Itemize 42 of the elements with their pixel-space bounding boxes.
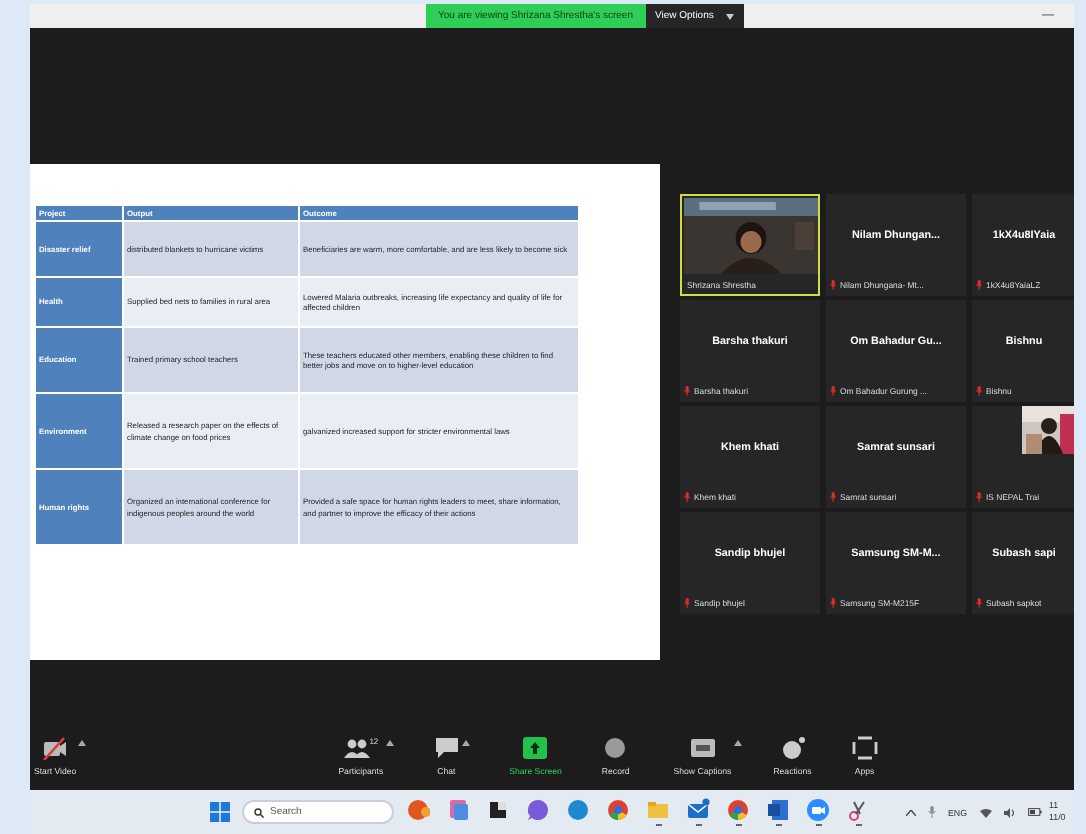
battery-icon[interactable] — [1027, 808, 1042, 816]
mail-icon[interactable] — [686, 798, 710, 822]
chat-icon — [433, 736, 460, 760]
microphone-icon[interactable] — [928, 806, 936, 818]
muted-mic-icon — [684, 386, 690, 396]
browser-icon[interactable] — [726, 798, 750, 822]
muted-mic-icon — [976, 598, 982, 608]
options-caret-button[interactable] — [733, 736, 742, 746]
search-icon — [254, 807, 264, 817]
muted-mic-icon — [830, 492, 836, 502]
reactions-icon — [779, 736, 806, 760]
muted-mic-icon — [830, 386, 836, 396]
start-icon[interactable] — [210, 802, 230, 822]
document-icon[interactable] — [766, 798, 790, 822]
camera-icon[interactable] — [806, 798, 830, 822]
chat-icon[interactable] — [526, 798, 550, 822]
blob-icon[interactable] — [406, 798, 430, 822]
muted-mic-icon — [976, 492, 982, 502]
share-screen-icon — [522, 736, 549, 760]
people-icon — [343, 736, 370, 760]
files-icon[interactable] — [446, 798, 470, 822]
muted-mic-icon — [684, 492, 690, 502]
options-caret-button[interactable] — [461, 736, 470, 746]
wifi-icon[interactable] — [979, 807, 992, 817]
captions-icon — [689, 736, 716, 760]
apps-icon — [851, 736, 878, 760]
caret-icon — [725, 13, 734, 19]
options-caret-button[interactable] — [385, 736, 394, 746]
muted-mic-icon — [830, 280, 836, 290]
window-icon[interactable] — [486, 798, 510, 822]
record-icon — [602, 736, 629, 760]
video-off-icon — [42, 736, 69, 760]
chevron-up-icon[interactable] — [906, 809, 916, 815]
muted-mic-icon — [976, 280, 982, 290]
muted-mic-icon — [684, 598, 690, 608]
options-caret-button[interactable] — [78, 736, 87, 746]
browser-icon[interactable] — [606, 798, 630, 822]
muted-mic-icon — [830, 598, 836, 608]
speaker-icon[interactable] — [1003, 807, 1016, 817]
browser-icon[interactable] — [566, 798, 590, 822]
scissors-icon[interactable] — [846, 798, 870, 822]
muted-mic-icon — [976, 386, 982, 396]
